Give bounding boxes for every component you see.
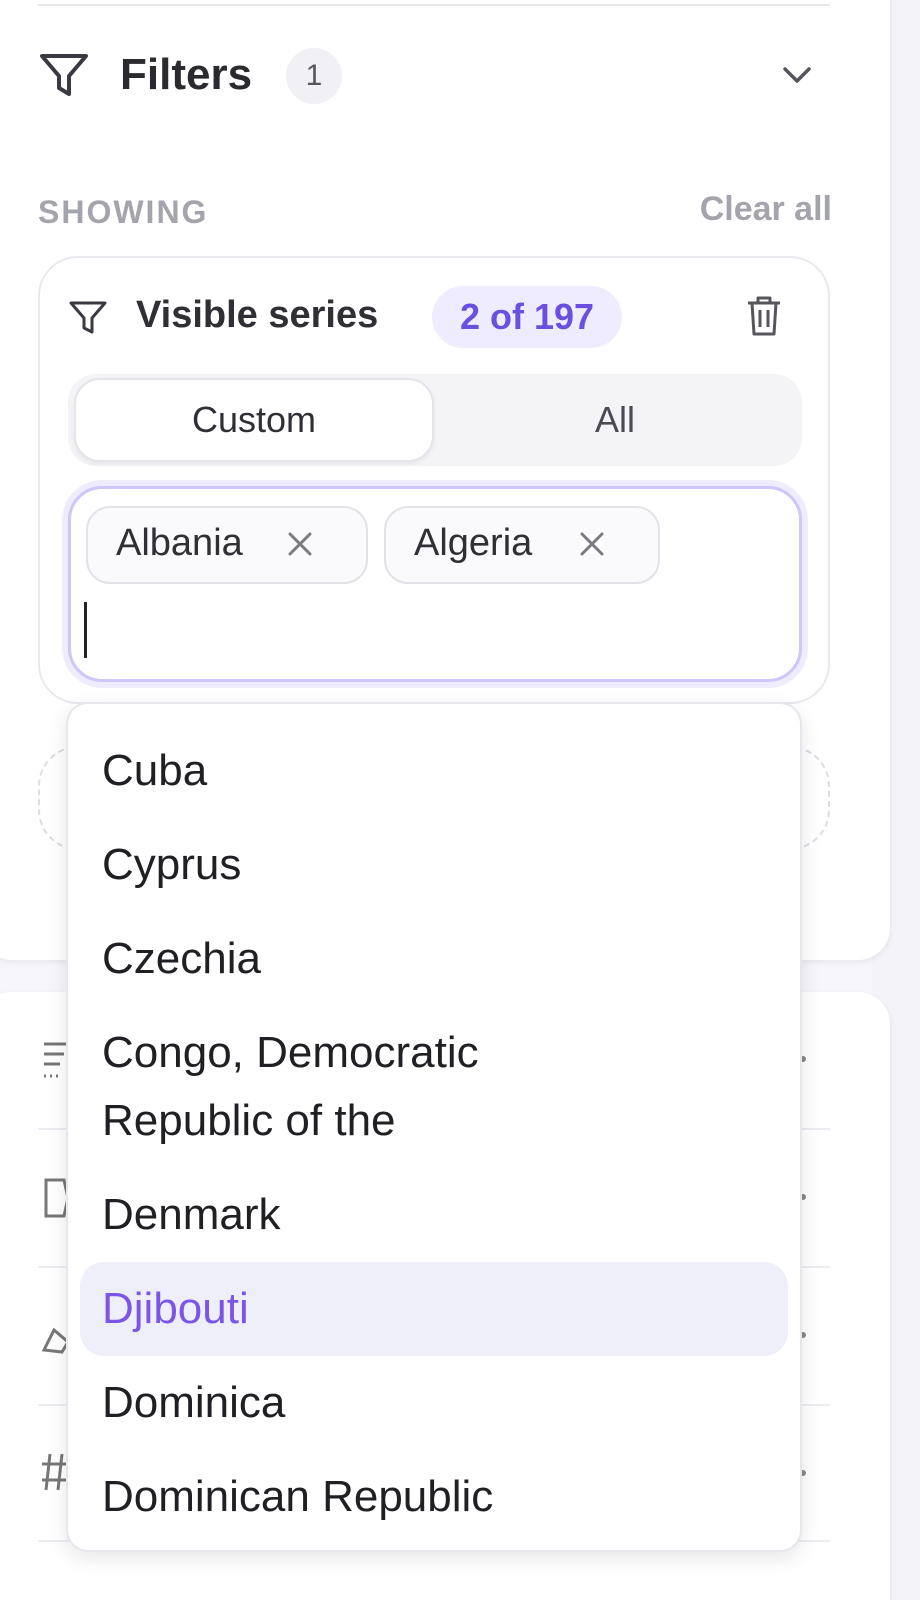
dropdown-option[interactable]: Denmark <box>102 1182 281 1248</box>
chip-label: Algeria <box>414 522 533 564</box>
filters-count-badge: 1 <box>286 48 342 104</box>
dropdown-option[interactable]: Dominican Republic <box>102 1464 493 1530</box>
filter-icon <box>69 301 107 334</box>
dropdown-option-highlighted[interactable]: Djibouti <box>102 1276 249 1342</box>
close-icon[interactable] <box>578 530 606 558</box>
text-caret <box>84 602 87 658</box>
filters-title: Filters <box>120 50 253 99</box>
showing-label: SHOWING <box>38 194 209 230</box>
close-icon[interactable] <box>286 530 314 558</box>
series-count-badge: 2 of 197 <box>432 286 622 348</box>
segment-all[interactable]: All <box>434 378 796 462</box>
chevron-down-icon[interactable] <box>780 60 814 90</box>
dropdown-option[interactable]: Cyprus <box>102 832 241 898</box>
clear-all-button[interactable]: Clear all <box>660 190 832 229</box>
dropdown-option[interactable]: Cuba <box>102 738 207 804</box>
dropdown-option[interactable]: Congo, Democratic <box>102 1020 479 1086</box>
chip-label: Albania <box>116 522 243 564</box>
dropdown-option-continued[interactable]: Republic of the <box>102 1088 396 1154</box>
filter-icon <box>40 54 88 96</box>
dropdown-option[interactable]: Czechia <box>102 926 261 992</box>
divider <box>38 4 830 6</box>
series-title: Visible series <box>136 294 379 336</box>
trash-icon[interactable] <box>744 294 784 338</box>
segment-custom[interactable]: Custom <box>74 378 434 462</box>
dropdown-option[interactable]: Dominica <box>102 1370 285 1436</box>
